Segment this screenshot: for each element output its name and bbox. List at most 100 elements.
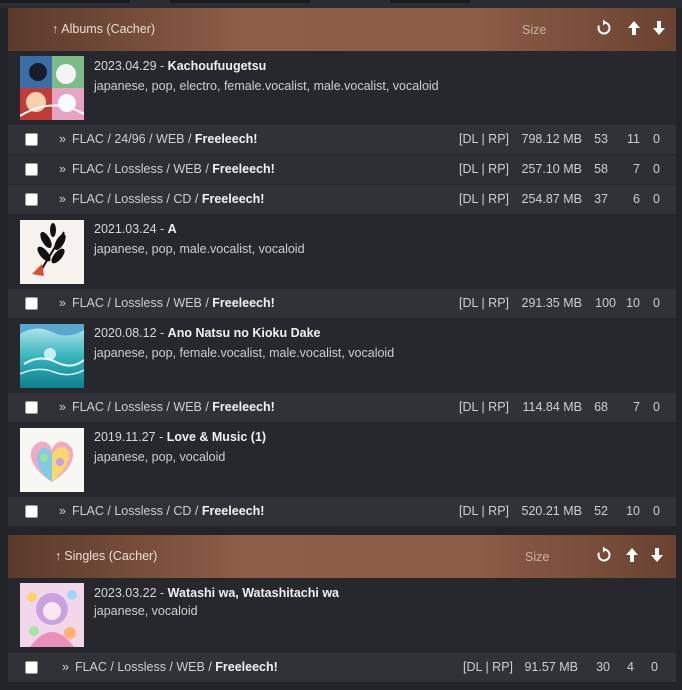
arrow-up-icon[interactable] xyxy=(624,546,640,564)
top-strip-segment xyxy=(0,0,130,3)
torrent-format[interactable]: » FLAC / Lossless / WEB / Freeleech! xyxy=(59,400,275,414)
album-title[interactable]: A xyxy=(168,222,177,236)
freeleech-label: Freeleech! xyxy=(212,400,275,414)
seeders-count: 7 xyxy=(633,400,640,414)
section-title[interactable]: ↑ Singles (Cacher) xyxy=(55,549,157,563)
torrent-format[interactable]: » FLAC / Lossless / WEB / Freeleech! xyxy=(62,660,278,674)
leechers-count: 0 xyxy=(653,192,660,206)
torrent-size: 114.84 MB xyxy=(522,400,582,414)
freeleech-label: Freeleech! xyxy=(201,192,265,206)
seeders-count: 4 xyxy=(627,660,634,674)
album-title[interactable]: Love & Music (1) xyxy=(167,430,266,444)
album-title[interactable]: Watashi wa, Watashitachi wa xyxy=(168,586,339,600)
album-heading[interactable]: 2021.03.24 - A xyxy=(94,222,305,236)
leechers-count: 0 xyxy=(653,400,660,414)
snatches-count: 100 xyxy=(595,296,616,310)
snatches-count: 68 xyxy=(594,400,608,414)
download-links[interactable]: [DL | RP] xyxy=(459,192,509,206)
album-info: 2023.04.29 - Kachoufuugetsu japanese, po… xyxy=(94,59,439,93)
torrent-checkbox[interactable] xyxy=(25,661,38,674)
torrent-format[interactable]: » FLAC / Lossless / WEB / Freeleech! xyxy=(59,296,275,310)
download-links[interactable]: [DL | RP] xyxy=(459,296,509,310)
seeders-count: 10 xyxy=(626,504,640,518)
up-arrow-icon: ↑ xyxy=(52,22,59,36)
snatches-count: 52 xyxy=(594,504,608,518)
torrent-row[interactable]: » FLAC / Lossless / WEB / Freeleech! [DL … xyxy=(8,392,676,422)
section-header-albums[interactable]: ↑ Albums (Cacher) Size xyxy=(8,8,676,51)
torrent-size: 254.87 MB xyxy=(521,192,582,206)
freeleech-label: Freeleech! xyxy=(215,660,278,674)
album-title[interactable]: Ano Natsu no Kioku Dake xyxy=(168,326,321,340)
torrent-checkbox[interactable] xyxy=(25,193,38,206)
download-links[interactable]: [DL | RP] xyxy=(459,504,509,518)
torrent-checkbox[interactable] xyxy=(25,401,38,414)
torrent-checkbox[interactable] xyxy=(25,133,38,146)
torrent-checkbox[interactable] xyxy=(25,297,38,310)
snatches-count: 37 xyxy=(594,192,608,206)
leechers-count: 0 xyxy=(653,132,660,146)
freeleech-label: Freeleech! xyxy=(212,296,275,310)
album-tags[interactable]: japanese, pop, vocaloid xyxy=(94,450,266,464)
album-info: 2023.03.22 - Watashi wa, Watashitachi wa… xyxy=(94,586,339,618)
album-tags[interactable]: japanese, vocaloid xyxy=(94,604,339,618)
album-tags[interactable]: japanese, pop, female.vocalist, male.voc… xyxy=(94,346,394,360)
album-cover[interactable] xyxy=(20,324,84,388)
album-title[interactable]: Kachoufuugetsu xyxy=(168,59,267,73)
arrow-up-icon[interactable] xyxy=(626,19,642,37)
download-links[interactable]: [DL | RP] xyxy=(463,660,513,674)
snatches-count: 53 xyxy=(594,132,608,146)
album-cover[interactable] xyxy=(20,220,84,284)
album-row: 2023.03.22 - Watashi wa, Watashitachi wa… xyxy=(8,578,676,652)
album-row: 2021.03.24 - A japanese, pop, male.vocal… xyxy=(8,214,676,288)
album-cover[interactable] xyxy=(20,583,84,647)
album-cover[interactable] xyxy=(20,428,84,492)
album-row: 2023.04.29 - Kachoufuugetsu japanese, po… xyxy=(8,51,676,124)
torrent-format[interactable]: » FLAC / 24/96 / WEB / Freeleech! xyxy=(59,132,257,146)
seeders-count: 10 xyxy=(626,296,640,310)
torrent-size: 520.21 MB xyxy=(521,504,582,518)
seeders-count: 11 xyxy=(627,132,640,146)
up-arrow-icon: ↑ xyxy=(55,549,62,563)
torrent-row[interactable]: » FLAC / Lossless / CD / Freeleech! [DL |… xyxy=(8,496,676,526)
torrent-row[interactable]: » FLAC / Lossless / WEB / Freeleech! [DL … xyxy=(8,652,676,682)
album-row: 2019.11.27 - Love & Music (1) japanese, … xyxy=(8,422,676,496)
torrent-row[interactable]: » FLAC / Lossless / WEB / Freeleech! [DL … xyxy=(8,154,676,184)
download-links[interactable]: [DL | RP] xyxy=(459,132,509,146)
refresh-icon[interactable] xyxy=(596,19,612,37)
album-heading[interactable]: 2023.03.22 - Watashi wa, Watashitachi wa xyxy=(94,586,339,600)
arrow-down-icon[interactable] xyxy=(649,546,665,564)
top-strip-segment xyxy=(170,0,310,3)
torrent-format[interactable]: » FLAC / Lossless / WEB / Freeleech! xyxy=(59,162,275,176)
section-title[interactable]: ↑ Albums (Cacher) xyxy=(52,22,155,36)
download-links[interactable]: [DL | RP] xyxy=(459,162,509,176)
snatches-count: 30 xyxy=(596,660,610,674)
torrent-row[interactable]: » FLAC / 24/96 / WEB / Freeleech! [DL | R… xyxy=(8,124,676,154)
download-links[interactable]: [DL | RP] xyxy=(459,400,509,414)
torrent-size: 798.12 MB xyxy=(521,132,582,146)
torrent-checkbox[interactable] xyxy=(25,505,38,518)
album-heading[interactable]: 2023.04.29 - Kachoufuugetsu xyxy=(94,59,439,73)
torrent-format[interactable]: » FLAC / Lossless / CD / Freeleech! xyxy=(59,504,264,518)
album-info: 2021.03.24 - A japanese, pop, male.vocal… xyxy=(94,222,305,256)
refresh-icon[interactable] xyxy=(596,546,612,564)
torrent-row[interactable]: » FLAC / Lossless / CD / Freeleech! [DL |… xyxy=(8,184,676,214)
album-info: 2019.11.27 - Love & Music (1) japanese, … xyxy=(94,430,266,464)
size-column-header[interactable]: Size xyxy=(525,550,549,564)
album-heading[interactable]: 2019.11.27 - Love & Music (1) xyxy=(94,430,266,444)
album-cover[interactable] xyxy=(20,56,84,120)
leechers-count: 0 xyxy=(653,162,660,176)
torrent-row[interactable]: » FLAC / Lossless / WEB / Freeleech! [DL … xyxy=(8,288,676,318)
arrow-down-icon[interactable] xyxy=(651,19,667,37)
torrent-size: 257.10 MB xyxy=(521,162,582,176)
torrent-format[interactable]: » FLAC / Lossless / CD / Freeleech! xyxy=(59,192,264,206)
album-tags[interactable]: japanese, pop, male.vocalist, vocaloid xyxy=(94,242,305,256)
leechers-count: 0 xyxy=(653,504,660,518)
size-column-header[interactable]: Size xyxy=(522,23,546,37)
section-header-singles[interactable]: ↑ Singles (Cacher) Size xyxy=(8,535,676,578)
album-heading[interactable]: 2020.08.12 - Ano Natsu no Kioku Dake xyxy=(94,326,394,340)
torrent-checkbox[interactable] xyxy=(25,163,38,176)
seeders-count: 6 xyxy=(633,192,640,206)
torrent-size: 291.35 MB xyxy=(521,296,582,310)
album-tags[interactable]: japanese, pop, electro, female.vocalist,… xyxy=(94,79,439,93)
freeleech-label: Freeleech! xyxy=(212,162,275,176)
